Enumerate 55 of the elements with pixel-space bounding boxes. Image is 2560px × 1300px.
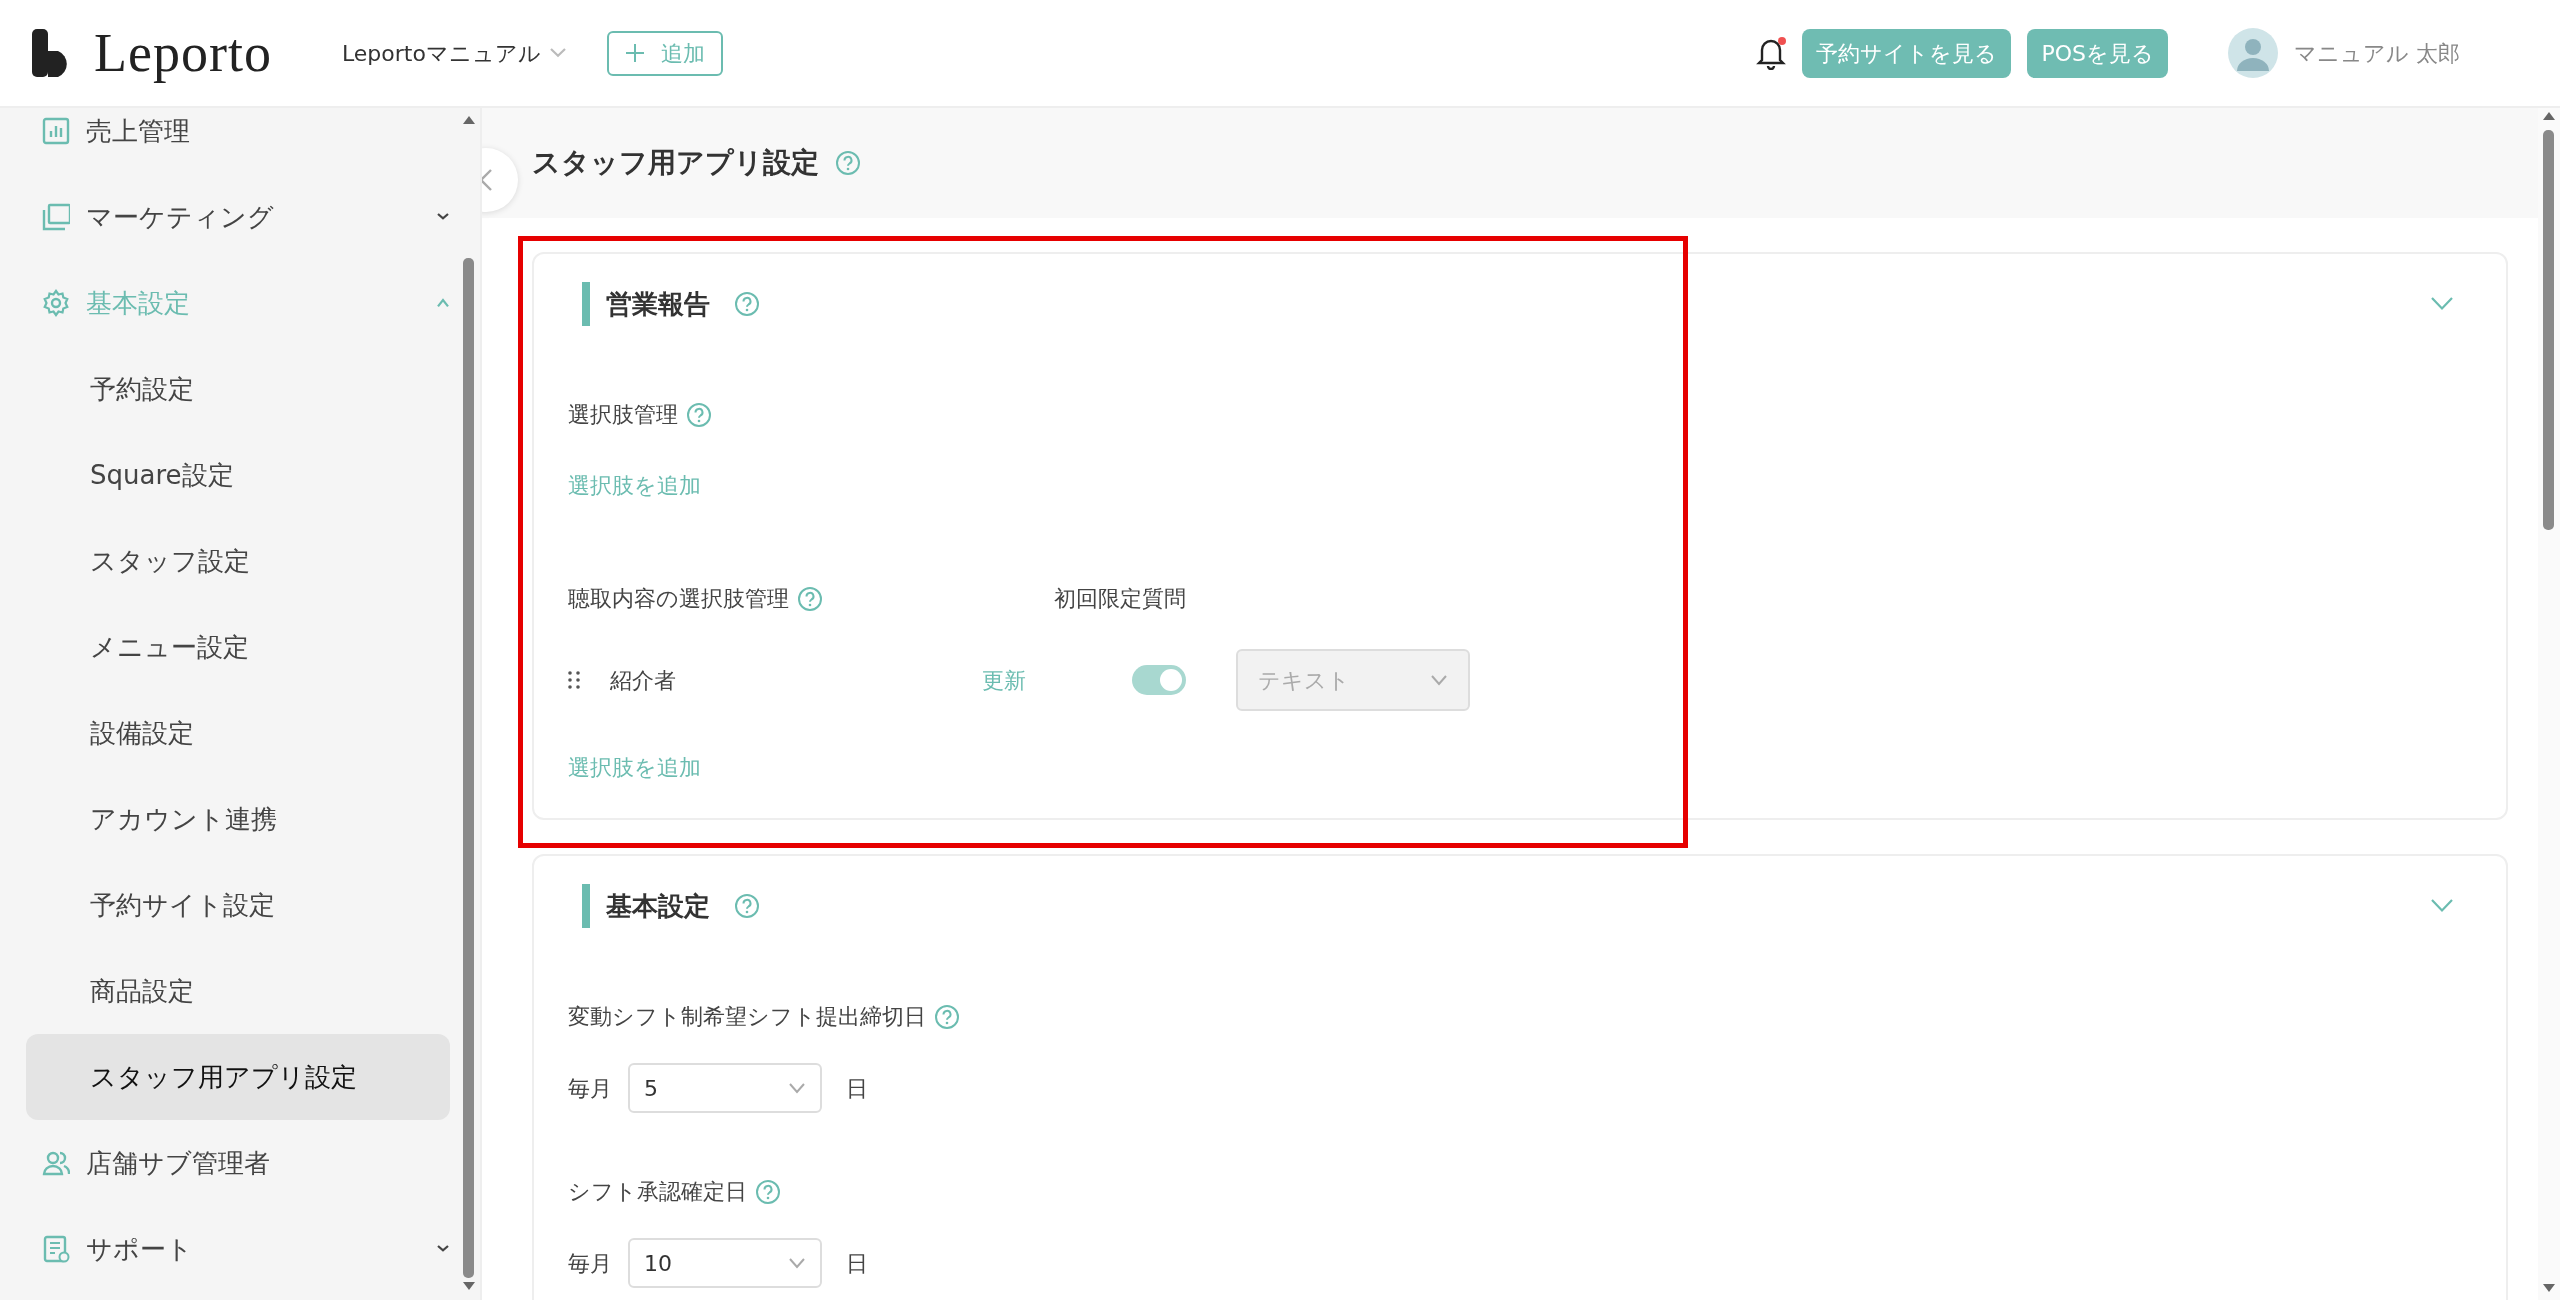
plus-icon [624,43,645,63]
day-dropdown[interactable]: 10 [628,1238,822,1288]
logo-text: Leporto [94,21,272,85]
field-label: 聴取内容の選択肢管理 [568,585,789,613]
sidebar-subitem[interactable]: アカウント連携 [26,776,450,862]
sidebar-item[interactable]: マーケティング [42,174,450,260]
sidebar-subitem[interactable]: スタッフ用アプリ設定 [26,1034,450,1120]
field-suffix: 日 [846,1074,868,1103]
field-prefix: 毎月 [568,1074,612,1103]
toggle-switch[interactable] [1132,665,1186,695]
caret-icon [788,1257,806,1269]
drag-handle-icon[interactable] [568,671,580,689]
field-suffix: 日 [846,1249,868,1278]
sidebar-item[interactable]: 売上管理 [42,108,450,174]
bar-chart-icon [42,117,70,145]
caret-icon [1430,674,1448,686]
chevron-icon[interactable] [436,212,450,222]
help-icon[interactable] [797,585,823,612]
chevron-left-icon [482,168,493,192]
sidebar-item[interactable]: 店舗サブ管理者 [42,1120,450,1206]
sidebar-item[interactable]: サポート [42,1206,450,1292]
help-icon[interactable] [686,401,712,428]
column-header: 初回限定質問 [1054,585,1186,613]
help-icon[interactable] [734,291,760,317]
page-title: スタッフ用アプリ設定 [532,145,819,181]
notification-bell-icon[interactable] [1756,36,1787,70]
caret-icon[interactable] [548,46,567,60]
field-prefix: 毎月 [568,1249,612,1278]
field-label: シフト承認確定日 [568,1178,747,1206]
sidebar-subitem[interactable]: スタッフ設定 [26,518,450,604]
store-selector[interactable]: Leportoマニュアル [341,36,567,70]
document-icon [42,1235,70,1263]
caret-icon [788,1082,806,1094]
stacked-windows-icon [42,203,70,231]
settings-icon [42,289,70,317]
chevron-icon[interactable] [436,1244,450,1254]
day-dropdown[interactable]: 5 [628,1063,822,1113]
help-icon[interactable] [934,1003,960,1030]
people-icon [42,1149,70,1177]
sidebar-subitem[interactable]: メニュー設定 [26,604,450,690]
field-label: 選択肢管理 [568,401,678,429]
sidebar-subitem[interactable]: 予約サイト設定 [26,862,450,948]
sidebar-subitem[interactable]: Square設定 [26,432,450,518]
sidebar-subitem[interactable]: 予約設定 [26,346,450,432]
help-icon[interactable] [734,893,760,919]
user-name[interactable]: マニュアル 太郎 [2294,36,2460,70]
sidebar-subitem[interactable]: 商品設定 [26,948,450,1034]
section-title: 基本設定 [582,884,710,928]
help-icon[interactable] [755,1178,781,1205]
avatar-icon [2228,28,2278,78]
section-title: 営業報告 [582,282,710,326]
help-icon[interactable] [835,150,861,176]
sidebar-subitem[interactable]: 設備設定 [26,690,450,776]
field-label: 変動シフト制希望シフト提出締切日 [568,1003,926,1031]
choice-name: 紹介者 [610,666,677,695]
